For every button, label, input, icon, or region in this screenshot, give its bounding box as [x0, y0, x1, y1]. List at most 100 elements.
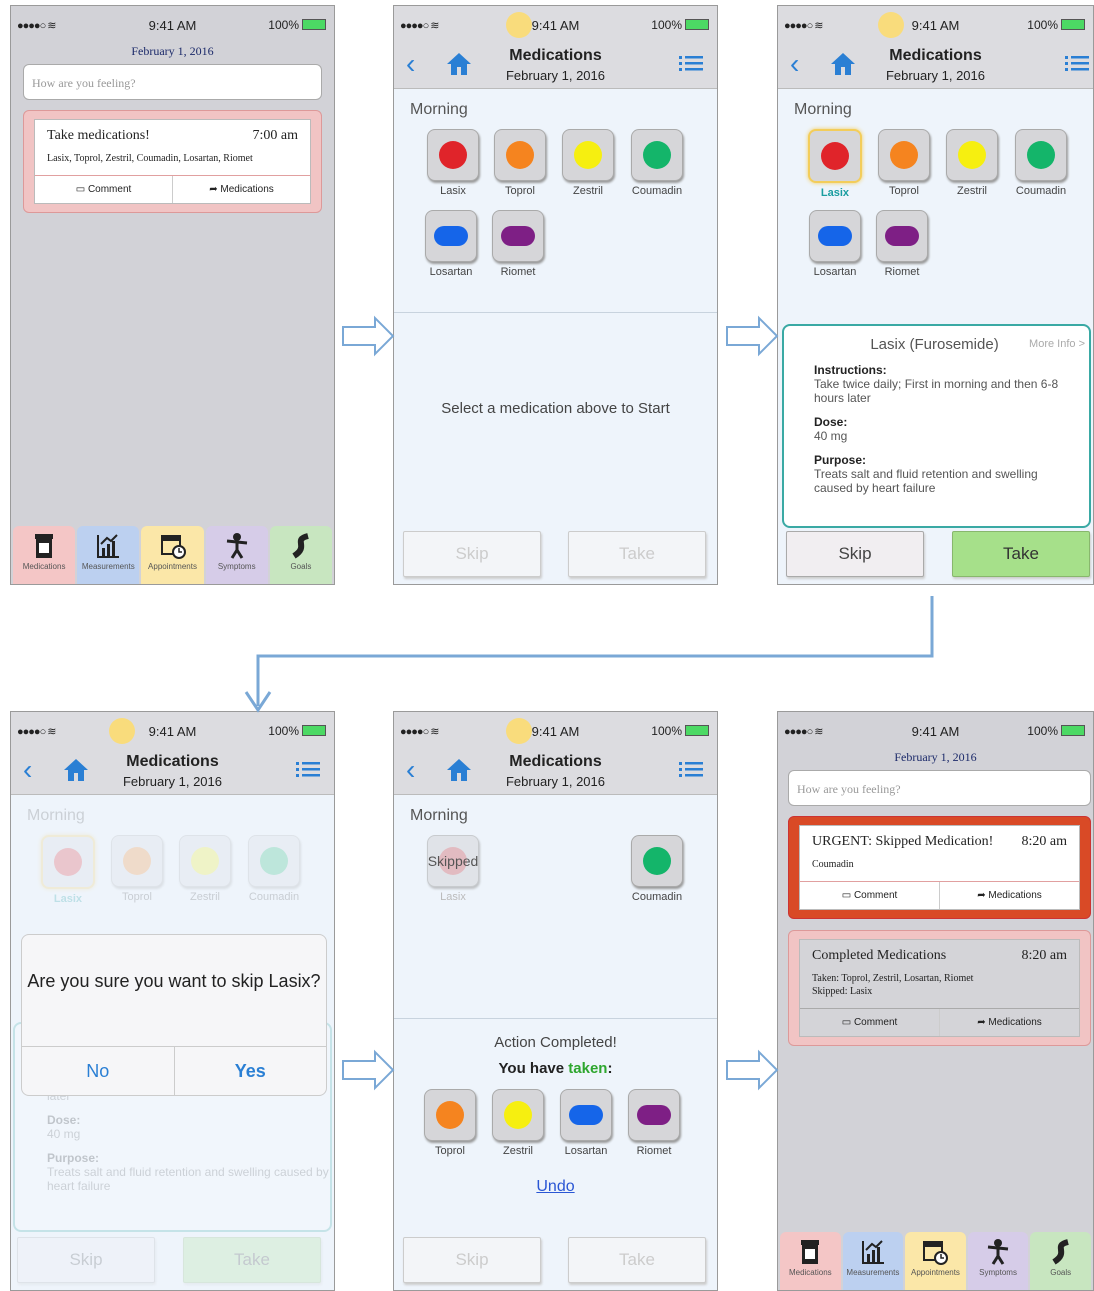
- skip-button[interactable]: Skip: [403, 531, 541, 577]
- pill-icon: [958, 141, 986, 169]
- date-label: February 1, 2016: [894, 750, 977, 764]
- list-icon[interactable]: [296, 760, 320, 780]
- med-coumadin[interactable]: Coumadin: [1014, 129, 1068, 197]
- skip-button: Skip: [17, 1237, 155, 1283]
- med-riomet[interactable]: Riomet: [491, 210, 545, 278]
- feeling-input[interactable]: How are you feeling?: [23, 64, 322, 100]
- pill-icon: [260, 847, 288, 875]
- purpose-value: Treats salt and fluid retention and swel…: [814, 467, 1038, 495]
- status-bar: ●●●●○ ≋ 9:41 AM 100%: [11, 712, 334, 748]
- med-lasix[interactable]: Lasix: [426, 129, 480, 197]
- chart-icon: [861, 1240, 884, 1264]
- capsule-icon: [569, 1105, 603, 1125]
- take-button[interactable]: Take: [952, 531, 1090, 577]
- comment-button[interactable]: ▭ Comment: [800, 1009, 939, 1036]
- tab-goals[interactable]: Goals: [1030, 1232, 1091, 1290]
- pill-icon: [890, 141, 918, 169]
- nav-title: Medications: [509, 753, 602, 770]
- med-riomet[interactable]: Riomet: [875, 210, 929, 278]
- skip-button[interactable]: Skip: [403, 1237, 541, 1283]
- taken-heading: You have taken:: [498, 1060, 613, 1077]
- med-toprol[interactable]: Toprol: [877, 129, 931, 197]
- select-prompt: Select a medication above to Start: [441, 400, 670, 417]
- med-losartan[interactable]: Losartan: [559, 1089, 613, 1157]
- med-losartan[interactable]: Losartan: [808, 210, 862, 278]
- tab-appointments[interactable]: Appointments: [141, 526, 204, 584]
- med-lasix: Lasix: [41, 835, 95, 905]
- dose-value: 40 mg: [814, 429, 848, 443]
- med-zestril[interactable]: Zestril: [945, 129, 999, 197]
- card-time: 7:00 am: [252, 128, 299, 143]
- card-body: Lasix, Toprol, Zestril, Coumadin, Losart…: [35, 148, 310, 176]
- nav-bar: ‹ Medications February 1, 2016: [394, 748, 717, 795]
- medications-link-button[interactable]: ➦ Medications: [172, 176, 310, 203]
- med-zestril[interactable]: Zestril: [561, 129, 615, 197]
- take-button[interactable]: Take: [568, 531, 706, 577]
- skip-button[interactable]: Skip: [786, 531, 924, 577]
- nav-title: Medications: [126, 753, 219, 770]
- comment-button[interactable]: ▭ Comment: [35, 176, 172, 203]
- arrow-right-2: [726, 315, 779, 357]
- yes-button[interactable]: Yes: [173, 1047, 327, 1095]
- pill-icon: [506, 141, 534, 169]
- med-coumadin[interactable]: Coumadin: [630, 129, 684, 197]
- pill-icon: [643, 141, 671, 169]
- completed-medications-card: Completed Medications 8:20 am Taken: Topr…: [788, 930, 1091, 1046]
- date-label: February 1, 2016: [131, 44, 214, 58]
- tab-symptoms[interactable]: Symptoms: [205, 526, 268, 584]
- med-zestril[interactable]: Zestril: [491, 1089, 545, 1157]
- tab-medications[interactable]: Medications: [13, 526, 76, 584]
- tab-symptoms[interactable]: Symptoms: [967, 1232, 1029, 1290]
- med-losartan[interactable]: Losartan: [424, 210, 478, 278]
- undo-link[interactable]: Undo: [394, 1178, 717, 1196]
- pill-icon: [54, 848, 82, 876]
- pill-icon: [643, 847, 671, 875]
- med-coumadin[interactable]: Coumadin: [630, 835, 684, 903]
- dialog-question: Are you sure you want to skip Lasix?: [27, 971, 321, 991]
- nav-subtitle: February 1, 2016: [505, 774, 605, 789]
- pill-bottle-icon: [35, 534, 54, 558]
- divider: [394, 312, 717, 313]
- take-button[interactable]: Take: [568, 1237, 706, 1283]
- med-lasix-skipped: Skipped Lasix: [426, 835, 480, 903]
- med-riomet[interactable]: Riomet: [627, 1089, 681, 1157]
- med-toprol: Toprol: [110, 835, 164, 903]
- tab-goals[interactable]: Goals: [269, 526, 333, 584]
- comment-icon: ▭: [841, 1017, 854, 1028]
- comment-icon: ▭: [841, 890, 854, 901]
- tab-measurements[interactable]: Measurements: [842, 1232, 904, 1290]
- med-toprol[interactable]: Toprol: [423, 1089, 477, 1157]
- urgent-time: 8:20 am: [1021, 834, 1068, 849]
- status-bar: ●●●●○ ≋ 9:41 AM 100%: [778, 6, 1093, 42]
- list-icon[interactable]: [1065, 54, 1089, 74]
- more-info-link[interactable]: More Info >: [1029, 338, 1085, 350]
- capsule-icon: [637, 1105, 671, 1125]
- medications-link-button[interactable]: ➦ Medications: [939, 882, 1079, 909]
- med-toprol[interactable]: Toprol: [493, 129, 547, 197]
- no-button[interactable]: No: [22, 1047, 174, 1095]
- comment-button[interactable]: ▭ Comment: [800, 882, 939, 909]
- battery-icon: [685, 725, 709, 736]
- battery-indicator: 100%: [1027, 18, 1085, 32]
- tab-measurements[interactable]: Measurements: [77, 526, 140, 584]
- list-icon[interactable]: [679, 760, 703, 780]
- calendar-icon: [923, 1241, 949, 1265]
- arrow-right-4: [726, 1049, 779, 1091]
- pill-icon: [191, 847, 219, 875]
- screen-medication-info: ●●●●○ ≋ 9:41 AM 100% ‹ Medications Febru…: [777, 5, 1094, 585]
- medications-link-button[interactable]: ➦ Medications: [939, 1009, 1079, 1036]
- nav-bar: ‹ Medications February 1, 2016: [11, 748, 334, 795]
- card-title: Take medications!: [47, 128, 150, 143]
- nav-title: Medications: [509, 47, 602, 64]
- dose-label: Dose:: [814, 415, 848, 429]
- tab-appointments[interactable]: Appointments: [905, 1232, 966, 1290]
- med-lasix[interactable]: Lasix: [808, 129, 862, 199]
- tab-medications[interactable]: Medications: [780, 1232, 841, 1290]
- purpose-label: Purpose:: [47, 1151, 100, 1165]
- battery-indicator: 100%: [268, 724, 326, 738]
- list-icon[interactable]: [679, 54, 703, 74]
- med-coumadin: Coumadin: [247, 835, 301, 903]
- divider: [394, 1018, 717, 1019]
- feeling-input[interactable]: How are you feeling?: [788, 770, 1091, 806]
- battery-icon: [685, 19, 709, 30]
